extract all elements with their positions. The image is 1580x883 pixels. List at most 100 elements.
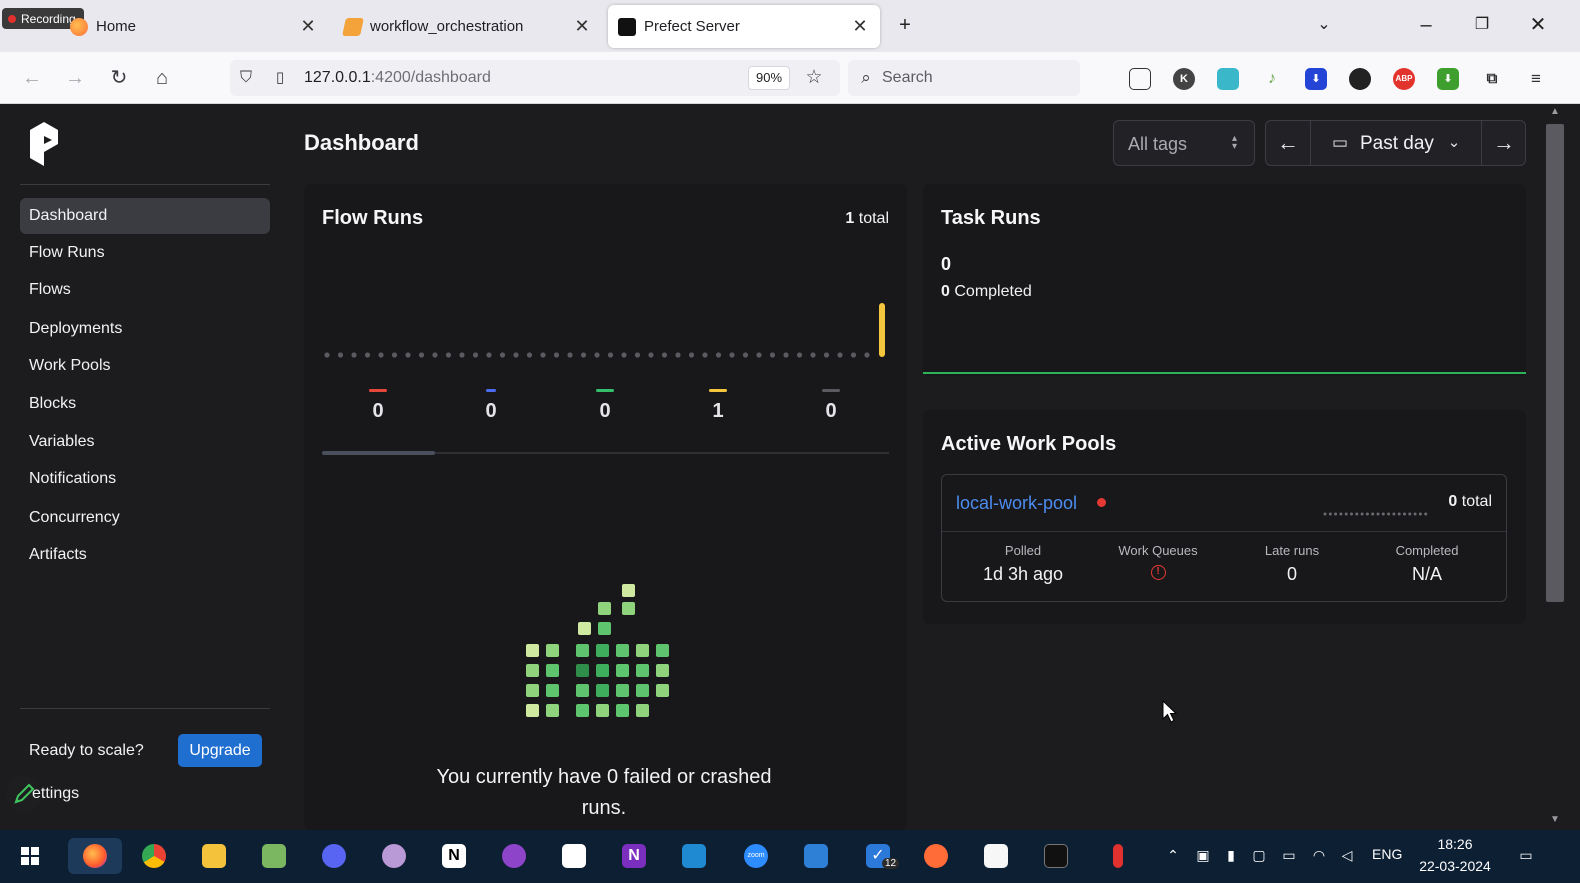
state-scheduled-stat[interactable]: 1 bbox=[688, 389, 748, 423]
page-info-icon[interactable]: ▯ bbox=[268, 66, 292, 90]
sidebar-item-variables[interactable]: Variables bbox=[20, 424, 270, 460]
chevron-down-icon[interactable]: ⌄ bbox=[1434, 121, 1474, 165]
sidebar-item-settings[interactable]: ettings bbox=[32, 785, 79, 803]
warning-circle-icon[interactable]: ! bbox=[1150, 565, 1166, 580]
tray-microphone-icon[interactable]: ▮ bbox=[1222, 846, 1240, 864]
tab-prefect-server[interactable]: Prefect Server ✕ bbox=[608, 5, 880, 48]
taskbar-todo[interactable]: ✓ 12 bbox=[860, 838, 900, 874]
illustration-block bbox=[656, 644, 669, 657]
taskbar-postman[interactable] bbox=[918, 838, 954, 874]
sidebar-item-flow-runs[interactable]: Flow Runs bbox=[20, 235, 270, 271]
theater-masks-extension-icon[interactable] bbox=[1349, 68, 1371, 90]
notifications-icon[interactable]: ▭ bbox=[1516, 846, 1536, 864]
tray-date[interactable]: 22-03-2024 bbox=[1414, 858, 1496, 874]
taskbar-zoom[interactable]: zoom bbox=[738, 838, 774, 874]
translate-extension-icon[interactable] bbox=[1217, 68, 1239, 90]
page-scrollbar[interactable]: ▲ ▼ bbox=[1544, 104, 1568, 830]
tray-volume-icon[interactable]: ◁ bbox=[1338, 846, 1356, 864]
close-tab-icon[interactable]: ✕ bbox=[298, 16, 318, 36]
taskbar-chrome[interactable] bbox=[136, 838, 172, 874]
reload-icon[interactable]: ↻ bbox=[107, 66, 131, 90]
taskbar-notion[interactable]: N bbox=[436, 838, 472, 874]
back-arrow-icon[interactable]: ← bbox=[20, 66, 44, 90]
sidebar-item-deployments[interactable]: Deployments bbox=[20, 311, 270, 347]
taskbar-python[interactable] bbox=[978, 838, 1014, 874]
state-other-stat[interactable]: 0 bbox=[801, 389, 861, 423]
taskbar-onenote[interactable]: N bbox=[616, 838, 652, 874]
download-extension-icon[interactable]: ⬇ bbox=[1305, 68, 1327, 90]
flow-run-bar[interactable] bbox=[879, 303, 885, 357]
taskbar-photos[interactable] bbox=[256, 838, 292, 874]
music-note-extension-icon[interactable]: ♪ bbox=[1261, 68, 1283, 90]
restore-icon[interactable]: ❐ bbox=[1470, 13, 1494, 37]
search-bar[interactable]: ⌕ Search bbox=[848, 60, 1080, 96]
work-pool-link[interactable]: local-work-pool bbox=[956, 493, 1077, 514]
extensions-puzzle-icon[interactable]: ⧉ bbox=[1481, 68, 1503, 90]
sidebar-item-artifacts[interactable]: Artifacts bbox=[20, 537, 270, 573]
hamburger-menu-icon[interactable]: ≡ bbox=[1525, 68, 1547, 90]
sidebar-item-dashboard[interactable]: Dashboard bbox=[20, 198, 270, 234]
tray-chevron-up-icon[interactable]: ⌃ bbox=[1164, 846, 1182, 864]
tray-display-icon[interactable]: ▢ bbox=[1250, 846, 1268, 864]
github-icon bbox=[502, 844, 526, 868]
prefect-logo-icon[interactable] bbox=[28, 122, 60, 166]
tags-select[interactable]: All tags ▴ ▾ bbox=[1113, 120, 1255, 166]
tray-language[interactable]: ENG bbox=[1372, 846, 1402, 862]
active-work-pools-card: Active Work Pools local-work-pool 0 tota… bbox=[923, 410, 1526, 624]
taskbar-discord[interactable] bbox=[316, 838, 352, 874]
tray-wifi-icon[interactable]: ◠ bbox=[1310, 846, 1328, 864]
forward-arrow-icon[interactable]: → bbox=[63, 66, 87, 90]
sidebar-item-work-pools[interactable]: Work Pools bbox=[20, 348, 270, 384]
upgrade-button[interactable]: Upgrade bbox=[178, 734, 262, 767]
url-bar[interactable]: ⛉ ▯ 127.0.0.1:4200/dashboard 90% ☆ bbox=[230, 60, 840, 96]
date-range-label[interactable]: Past day bbox=[1360, 133, 1434, 155]
home-icon[interactable]: ⌂ bbox=[150, 66, 174, 90]
taskbar-vscode[interactable] bbox=[676, 838, 712, 874]
history-empty-dot bbox=[391, 352, 398, 358]
sidebar-item-flows[interactable]: Flows bbox=[20, 272, 270, 308]
scroll-down-arrow-icon[interactable]: ▼ bbox=[1548, 814, 1562, 825]
url-text[interactable]: 127.0.0.1:4200/dashboard bbox=[304, 69, 491, 87]
close-window-icon[interactable]: ✕ bbox=[1526, 13, 1550, 37]
taskbar-remote-app[interactable] bbox=[798, 838, 834, 874]
new-tab-icon[interactable]: + bbox=[893, 13, 917, 37]
taskbar-pen-app[interactable] bbox=[556, 838, 592, 874]
scroll-up-arrow-icon[interactable]: ▲ bbox=[1548, 106, 1562, 117]
list-tabs-chevron-icon[interactable]: ⌄ bbox=[1312, 13, 1336, 37]
state-completed-stat[interactable]: 0 bbox=[575, 389, 635, 423]
next-range-arrow-icon[interactable]: → bbox=[1482, 121, 1526, 165]
scroll-thumb[interactable] bbox=[1546, 124, 1564, 602]
adblock-plus-icon[interactable]: ABP bbox=[1393, 68, 1415, 90]
k-extension-icon[interactable]: K bbox=[1173, 68, 1195, 90]
sidebar-item-notifications[interactable]: Notifications bbox=[20, 461, 270, 497]
taskbar-firefox[interactable] bbox=[68, 838, 122, 874]
tray-camera-icon[interactable]: ▣ bbox=[1194, 846, 1212, 864]
taskbar-thermometer-app[interactable] bbox=[1100, 838, 1136, 874]
flow-runs-title[interactable]: Flow Runs bbox=[322, 207, 423, 230]
green-download-extension-icon[interactable]: ⬇ bbox=[1437, 68, 1459, 90]
tray-time[interactable]: 18:26 bbox=[1416, 836, 1494, 852]
tray-battery-icon[interactable]: ▭ bbox=[1280, 846, 1298, 864]
sparkline-dot bbox=[1418, 512, 1422, 516]
bookmark-star-icon[interactable]: ☆ bbox=[802, 66, 826, 90]
sidebar-item-concurrency[interactable]: Concurrency bbox=[20, 500, 270, 536]
state-running-stat[interactable]: 0 bbox=[461, 389, 521, 423]
calendar-icon[interactable]: ▭ bbox=[1320, 121, 1360, 165]
tab-workflow-orchestration[interactable]: workflow_orchestration ✕ bbox=[334, 5, 602, 48]
tab-label: Home bbox=[96, 18, 137, 35]
taskbar-app-brain[interactable] bbox=[376, 838, 412, 874]
taskbar-terminal[interactable] bbox=[1038, 838, 1074, 874]
windows-start-icon[interactable] bbox=[12, 838, 48, 874]
shield-icon[interactable]: ⛉ bbox=[234, 66, 258, 90]
pocket-icon[interactable] bbox=[1129, 68, 1151, 90]
taskbar-github-desktop[interactable] bbox=[496, 838, 532, 874]
state-failed-stat[interactable]: 0 bbox=[348, 389, 408, 423]
close-tab-icon[interactable]: ✕ bbox=[572, 16, 592, 36]
sidebar-item-blocks[interactable]: Blocks bbox=[20, 386, 270, 422]
previous-range-arrow-icon[interactable]: ← bbox=[1266, 121, 1310, 165]
taskbar-file-explorer[interactable] bbox=[196, 838, 232, 874]
minimize-icon[interactable]: – bbox=[1414, 13, 1438, 37]
tab-home[interactable]: Home ✕ bbox=[60, 5, 328, 48]
close-tab-icon[interactable]: ✕ bbox=[850, 16, 870, 36]
zoom-level-badge[interactable]: 90% bbox=[748, 66, 790, 90]
